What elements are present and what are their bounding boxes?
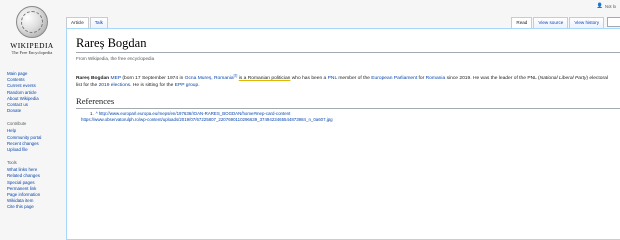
epp-group-link[interactable]: EPP group: [175, 83, 199, 88]
sidebar-heading-contribute: Contribute: [7, 121, 27, 127]
birthplace-link[interactable]: Ocna Mureș, Romania: [185, 76, 234, 81]
view-tabs: Read View source View history: [511, 17, 620, 28]
page-title: Rareș Bogdan: [76, 36, 147, 50]
references-divider: [76, 108, 620, 109]
tab-view-source[interactable]: View source: [533, 17, 569, 28]
subject-name: Rareș Bogdan: [76, 75, 110, 81]
user-status-label: Not lo: [605, 3, 616, 9]
mep-link[interactable]: MEP: [111, 76, 122, 81]
logo-tagline: The Free Encyclopedia: [11, 50, 53, 55]
search-input[interactable]: [607, 17, 620, 27]
sidebar: Main page Contents Current events Random…: [7, 71, 63, 211]
tab-talk[interactable]: Talk: [89, 17, 108, 28]
site-subtitle: From Wikipedia, the free encyclopedia: [76, 56, 155, 61]
intro-paragraph: Rareș Bogdan MEP (born 17 September 1974…: [76, 73, 608, 89]
list-item: https://www.observatorulph.ro/wp-content…: [76, 117, 333, 123]
reference-number: 1.: [90, 111, 94, 116]
parliament-link[interactable]: European Parliament: [371, 76, 417, 81]
tab-article[interactable]: Article: [66, 17, 89, 28]
logo-wordmark: WIKIPEDIA: [10, 41, 54, 50]
sidebar-item-donate[interactable]: Donate: [7, 108, 63, 114]
user-icon: 👤: [596, 3, 604, 9]
country-link[interactable]: Romania: [426, 76, 446, 81]
article-content: Rareș Bogdan From Wikipedia, the free en…: [66, 28, 620, 240]
backlink-caret[interactable]: ^: [96, 111, 98, 116]
highlighted-text: is a Romanian politician: [238, 75, 291, 81]
references-list: 1. ^http://www.europarl.europa.eu/meps/en…: [76, 111, 333, 124]
reference-link[interactable]: http://www.europarl.europa.eu/meps/en/19…: [99, 111, 291, 116]
wikipedia-logo[interactable]: WIKIPEDIA The Free Encyclopedia: [4, 6, 60, 62]
elections-link[interactable]: 2019 elections: [99, 83, 131, 88]
title-divider: [76, 52, 620, 53]
party-full-name: National Liberal Party: [539, 75, 587, 81]
tab-read[interactable]: Read: [511, 17, 533, 28]
namespace-tabs: Article Talk: [66, 17, 109, 28]
user-menu[interactable]: 👤 Not lo: [597, 3, 616, 9]
reference-link[interactable]: https://www.observatorulph.ro/wp-content…: [81, 117, 333, 122]
tab-view-history[interactable]: View history: [569, 17, 604, 28]
sidebar-item-upload-file[interactable]: Upload file: [7, 147, 63, 153]
party-link[interactable]: PNL: [328, 76, 337, 81]
globe-icon: [16, 6, 48, 38]
references-heading: References: [76, 96, 115, 106]
sidebar-heading-tools: Tools: [7, 160, 17, 166]
sidebar-item-cite-page[interactable]: Cite this page: [7, 204, 63, 210]
